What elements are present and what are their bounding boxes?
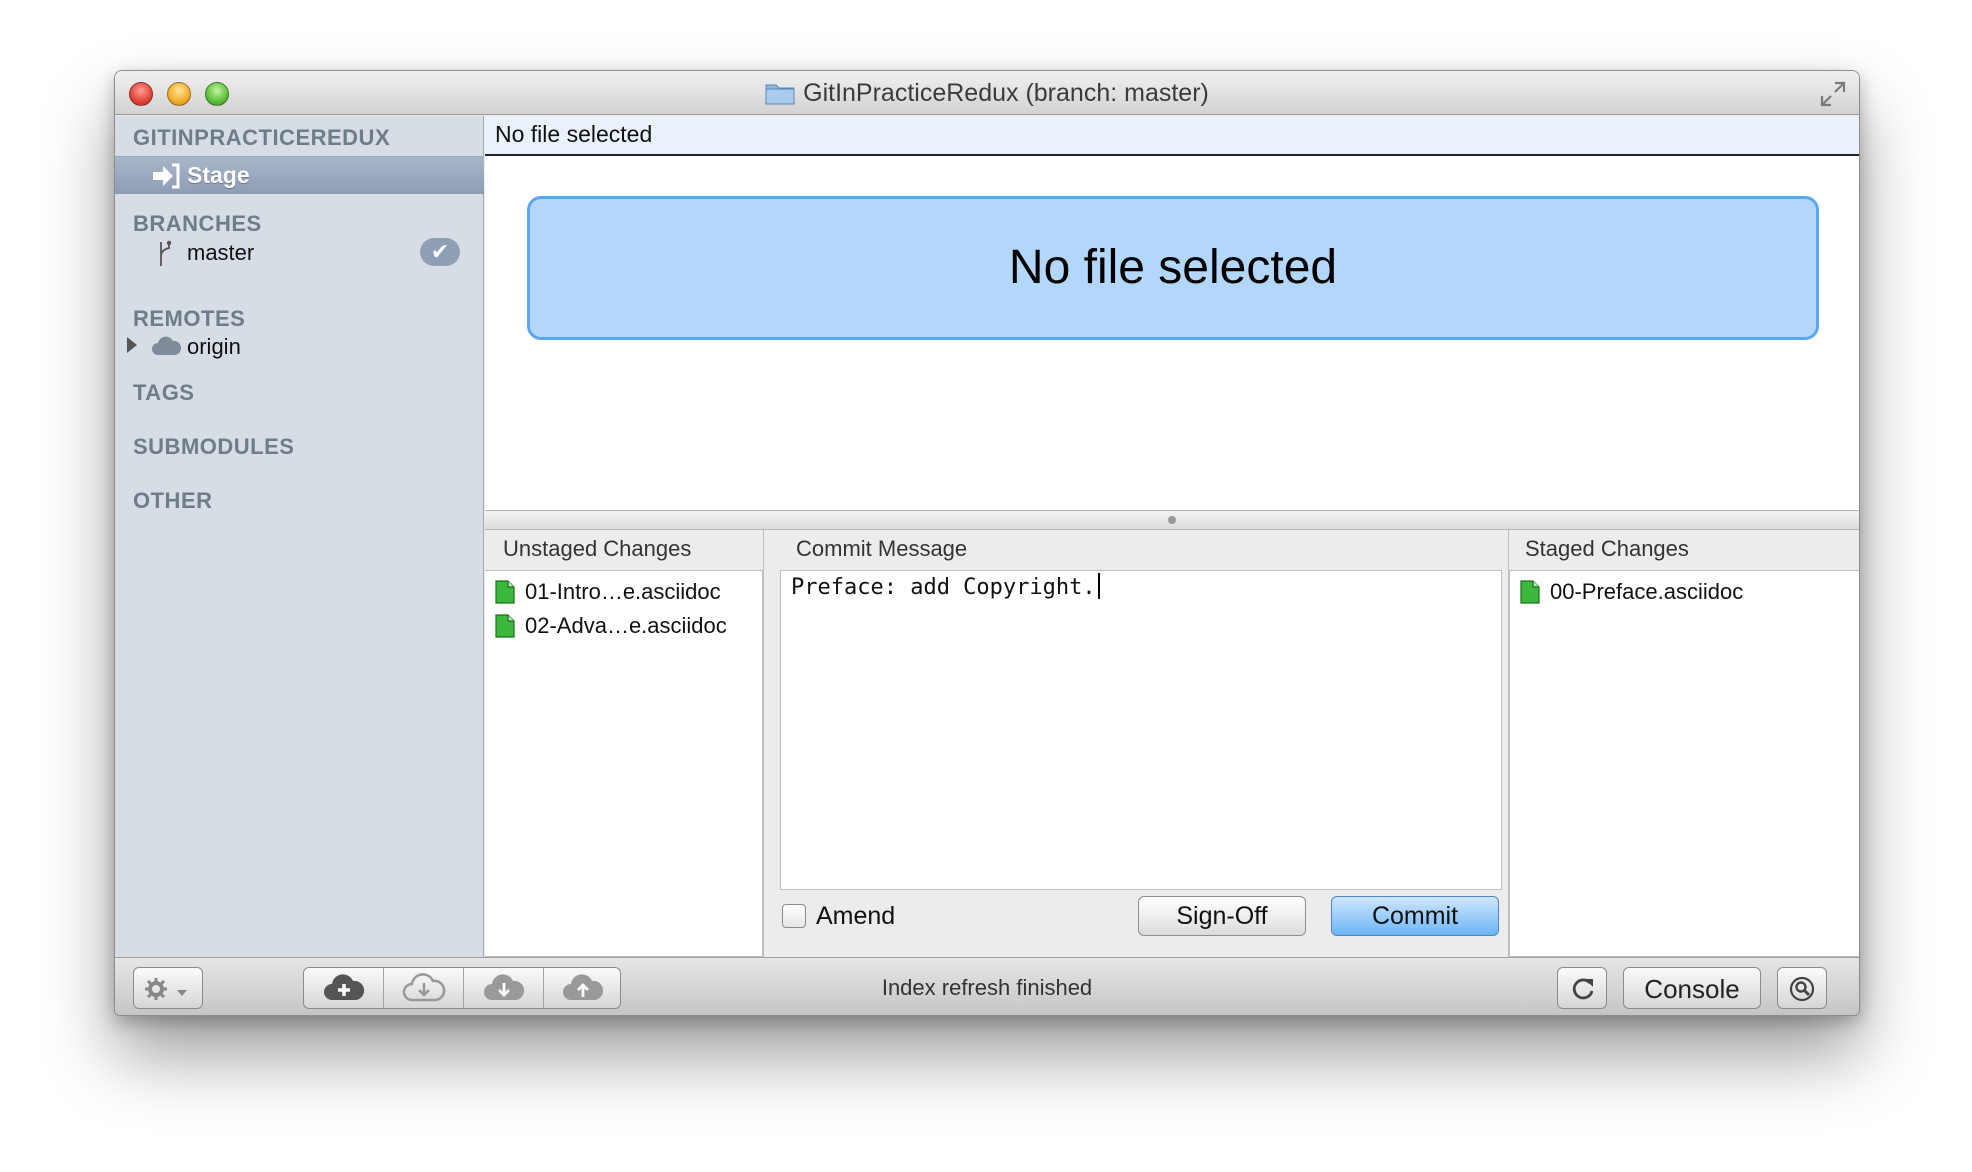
split-view-divider[interactable] xyxy=(485,510,1859,530)
sidebar-heading-branches: BRANCHES xyxy=(133,211,262,236)
modified-file-icon xyxy=(1520,580,1540,610)
commit-button[interactable]: Commit xyxy=(1331,896,1499,936)
stage-arrow-icon xyxy=(151,163,181,194)
sidebar-item-origin-label: origin xyxy=(187,334,241,359)
staged-list[interactable]: 00-Preface.asciidoc xyxy=(1509,570,1859,957)
search-icon xyxy=(1788,976,1816,1007)
cloud-icon xyxy=(151,335,182,362)
staged-pane: Staged Changes 00-Preface.asciidoc xyxy=(1509,530,1859,957)
window-title: GitInPracticeRedux (branch: master) xyxy=(115,79,1859,112)
commit-pane: Commit Message Preface: add Copyright. A… xyxy=(763,530,1509,957)
text-caret xyxy=(1097,573,1100,599)
main-panel: No file selected No file selected Unstag… xyxy=(485,116,1859,957)
amend-label: Amend xyxy=(816,902,896,930)
sidebar: GITINPRACTICEREDUX Stage BRANCHES master… xyxy=(115,116,484,957)
sidebar-heading-repo: GITINPRACTICEREDUX xyxy=(133,125,391,150)
sidebar-heading-remotes: REMOTES xyxy=(133,306,246,331)
diff-header: No file selected xyxy=(485,116,1859,156)
commit-message-field[interactable]: Preface: add Copyright. xyxy=(780,570,1502,890)
sidebar-heading-submodules[interactable]: SUBMODULES xyxy=(133,434,294,460)
gitx-window: GitInPracticeRedux (branch: master) GITI… xyxy=(114,70,1860,1016)
current-branch-check-icon: ✔ xyxy=(420,238,460,266)
staged-title: Staged Changes xyxy=(1525,536,1689,561)
refresh-icon xyxy=(1570,977,1596,1006)
commit-message-text: Preface: add Copyright. xyxy=(791,575,1096,600)
sidebar-item-origin[interactable]: origin xyxy=(115,330,484,364)
staged-file-name: 00-Preface.asciidoc xyxy=(1550,579,1744,604)
no-file-placeholder: No file selected xyxy=(527,196,1819,340)
fullscreen-icon[interactable] xyxy=(1819,80,1847,108)
window-title-text: GitInPracticeRedux (branch: master) xyxy=(803,79,1209,107)
disclosure-triangle-icon[interactable] xyxy=(125,336,139,359)
sidebar-heading-other[interactable]: OTHER xyxy=(133,488,213,514)
branch-icon xyxy=(155,240,175,273)
commit-title: Commit Message xyxy=(796,536,968,561)
amend-checkbox[interactable] xyxy=(782,904,806,928)
refresh-button[interactable] xyxy=(1557,967,1607,1009)
sign-off-button[interactable]: Sign-Off xyxy=(1138,896,1306,936)
bottom-toolbar: Index refresh finished Console xyxy=(115,957,1859,1015)
folder-icon xyxy=(765,81,795,112)
unstaged-file-name: 01-Intro…e.asciidoc xyxy=(525,579,721,604)
sidebar-item-master[interactable]: master ✔ xyxy=(115,236,484,270)
divider-handle-icon[interactable] xyxy=(1168,516,1176,524)
search-button[interactable] xyxy=(1777,967,1827,1009)
sidebar-item-master-label: master xyxy=(187,240,255,265)
modified-file-icon xyxy=(495,580,515,610)
unstaged-file-name: 02-Adva…e.asciidoc xyxy=(525,613,727,638)
console-button[interactable]: Console xyxy=(1623,967,1761,1009)
sidebar-item-stage-label: Stage xyxy=(187,162,250,188)
unstaged-list[interactable]: 01-Intro…e.asciidoc 02-Adva…e.asciidoc xyxy=(485,570,763,957)
unstaged-pane: Unstaged Changes 01-Intro…e.asciidoc 02-… xyxy=(485,530,763,957)
unstaged-title: Unstaged Changes xyxy=(503,536,692,561)
console-button-label: Console xyxy=(1644,974,1740,1004)
title-bar: GitInPracticeRedux (branch: master) xyxy=(115,71,1859,115)
sidebar-heading-tags[interactable]: TAGS xyxy=(133,380,194,406)
sidebar-item-stage[interactable]: Stage xyxy=(115,156,484,194)
modified-file-icon xyxy=(495,614,515,644)
